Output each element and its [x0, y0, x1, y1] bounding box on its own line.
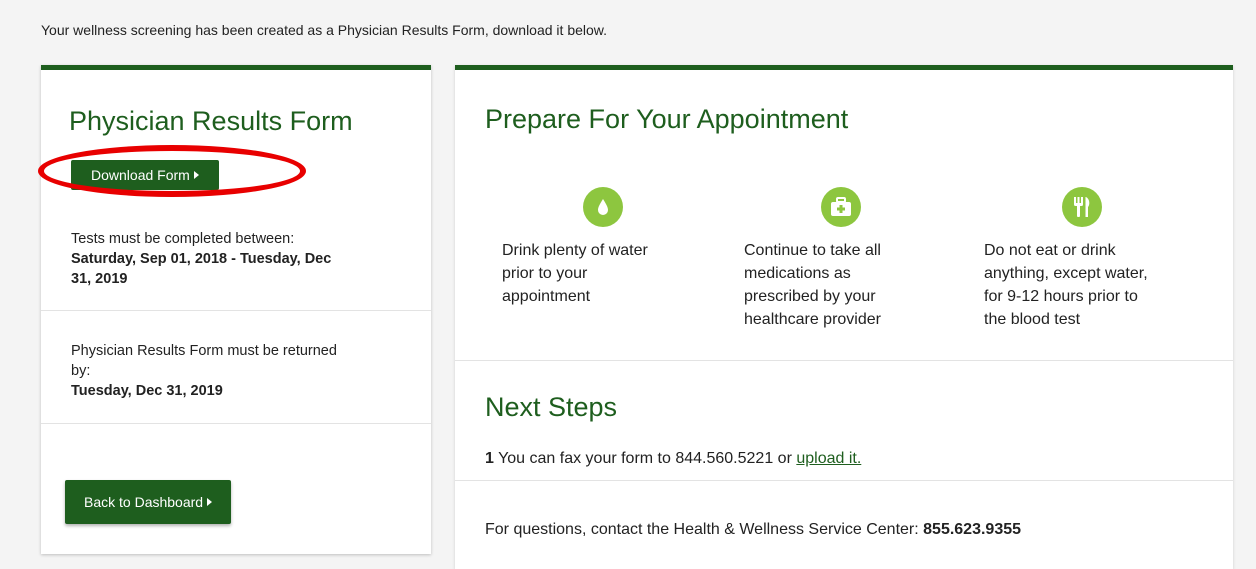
prep-line: Drink plenty of water	[502, 242, 648, 259]
prep-line: Continue to take all	[744, 242, 881, 259]
tests-range-line-1: Saturday, Sep 01, 2018 - Tuesday, Dec	[71, 251, 332, 267]
tests-label: Tests must be completed between:	[71, 231, 295, 247]
prep-item-medications: Continue to take all medications as pres…	[744, 239, 944, 331]
prep-line: prior to your	[502, 265, 588, 282]
return-deadline: Physician Results Form must be returned …	[41, 341, 431, 401]
tests-window: Tests must be completed between: Saturda…	[41, 229, 431, 289]
caret-right-icon	[193, 171, 199, 179]
card-title: Physician Results Form	[69, 106, 353, 136]
next-steps-title: Next Steps	[485, 392, 618, 422]
back-to-dashboard-label: Back to Dashboard	[84, 494, 204, 510]
fork-knife-icon	[1062, 187, 1102, 227]
upload-link[interactable]: upload it.	[796, 450, 861, 467]
prep-line: the blood test	[984, 311, 1081, 328]
questions-phone: 855.623.9355	[923, 521, 1022, 538]
page: Your wellness screening has been created…	[0, 0, 1256, 569]
next-step-1: 1 You can fax your form to 844.560.5221 …	[485, 450, 861, 468]
prep-line: Do not eat or drink	[984, 242, 1116, 259]
tests-range-line-2: 31, 2019	[71, 271, 128, 287]
divider	[455, 480, 1233, 481]
prep-line: appointment	[502, 288, 591, 305]
first-aid-kit-icon	[821, 187, 861, 227]
return-label-line-2: by:	[71, 363, 91, 379]
download-form-label: Download Form	[91, 167, 190, 183]
divider	[41, 310, 431, 311]
prep-line: medications as	[744, 265, 851, 282]
divider	[41, 423, 431, 424]
prep-line: prescribed by your	[744, 288, 876, 305]
prepare-title: Prepare For Your Appointment	[485, 104, 849, 134]
prep-line: for 9-12 hours prior to	[984, 288, 1138, 305]
return-label-line-1: Physician Results Form must be returned	[71, 343, 337, 359]
questions-text: For questions, contact the Health & Well…	[485, 521, 924, 538]
physician-results-card: Physician Results Form Download Form Tes…	[41, 65, 431, 554]
return-date: Tuesday, Dec 31, 2019	[71, 383, 223, 399]
prep-item-fasting: Do not eat or drink anything, except wat…	[984, 239, 1204, 331]
caret-right-icon	[207, 498, 213, 506]
intro-text: Your wellness screening has been created…	[41, 22, 608, 38]
download-form-button[interactable]: Download Form	[71, 160, 219, 190]
appointment-card: Prepare For Your Appointment Drink plent…	[455, 65, 1233, 569]
step-text: You can fax your form to 844.560.5221 or	[493, 450, 797, 467]
water-drop-icon	[583, 187, 623, 227]
divider	[455, 360, 1233, 361]
step-number: 1	[485, 450, 494, 467]
prep-line: healthcare provider	[744, 311, 881, 328]
prep-item-water: Drink plenty of water prior to your appo…	[502, 239, 702, 308]
back-to-dashboard-button[interactable]: Back to Dashboard	[65, 480, 232, 524]
questions-contact: For questions, contact the Health & Well…	[485, 521, 1021, 539]
prep-line: anything, except water,	[984, 265, 1148, 282]
